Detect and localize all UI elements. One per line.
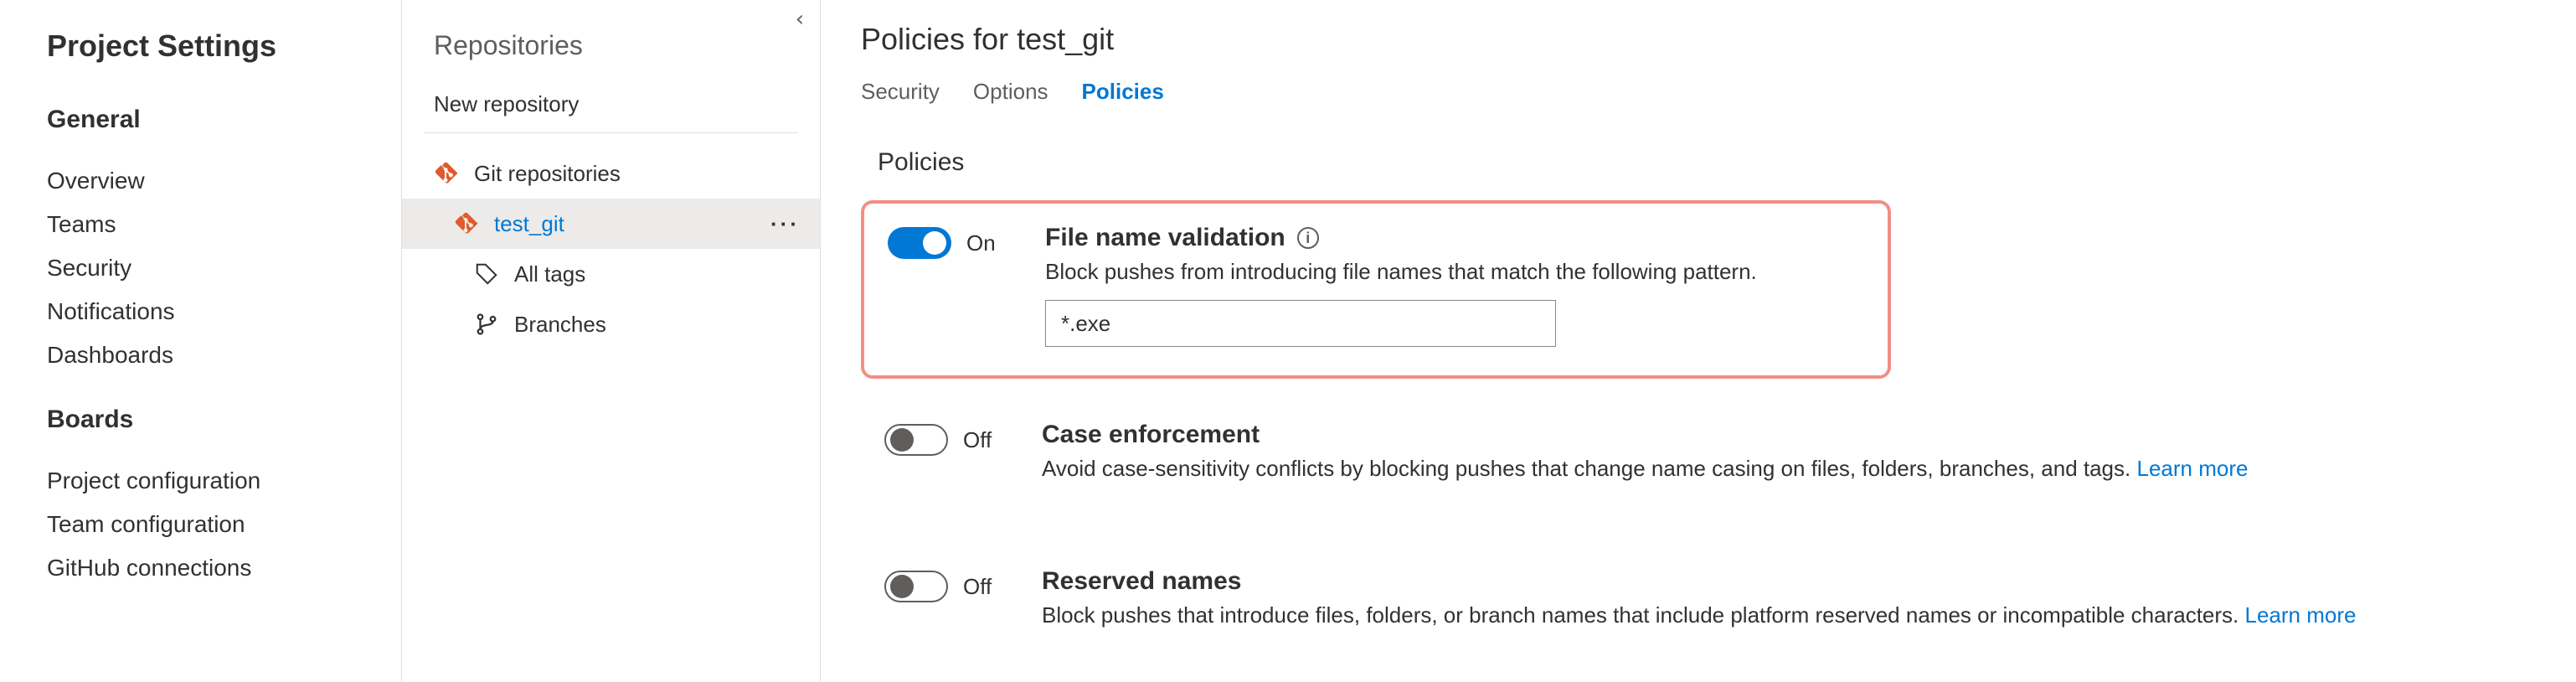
divider	[424, 132, 798, 133]
policy-description: Block pushes that introduce files, folde…	[1042, 602, 2239, 628]
toggle-state-label: Off	[963, 427, 992, 453]
policy-description: Block pushes from introducing file names…	[1045, 259, 1864, 285]
repositories-title: Repositories	[434, 30, 820, 61]
nav-project-configuration[interactable]: Project configuration	[47, 459, 368, 503]
tab-options[interactable]: Options	[973, 79, 1048, 111]
tree-label: Git repositories	[474, 161, 820, 187]
policy-case-enforcement: Off Case enforcement Avoid case-sensitiv…	[861, 400, 2543, 525]
nav-dashboards[interactable]: Dashboards	[47, 333, 368, 377]
policy-title-text: Reserved names	[1042, 567, 1241, 596]
project-settings-sidebar: Project Settings General Overview Teams …	[0, 0, 402, 682]
branch-icon	[474, 312, 499, 337]
nav-teams[interactable]: Teams	[47, 203, 368, 246]
nav-overview[interactable]: Overview	[47, 159, 368, 203]
policy-file-name-validation: On File name validation i Block pushes f…	[861, 200, 1891, 379]
page-title: Policies for test_git	[861, 22, 2543, 57]
tree-item-test-git[interactable]: test_git ···	[402, 199, 820, 249]
section-heading-general: General	[47, 106, 368, 134]
policy-description: Avoid case-sensitivity conflicts by bloc…	[1042, 456, 2130, 481]
toggle-file-name-validation[interactable]	[888, 227, 951, 259]
git-repo-icon	[434, 161, 459, 186]
nav-security[interactable]: Security	[47, 246, 368, 290]
new-repository-button[interactable]: New repository	[434, 91, 820, 117]
info-icon[interactable]: i	[1297, 227, 1319, 249]
tree-item-all-tags[interactable]: All tags	[402, 249, 820, 299]
toggle-state-label: On	[966, 230, 996, 256]
tree-label: test_git	[494, 211, 770, 237]
git-repo-icon	[454, 211, 479, 236]
tag-icon	[474, 261, 499, 287]
toggle-reserved-names[interactable]	[884, 571, 948, 602]
toggle-case-enforcement[interactable]	[884, 424, 948, 456]
tab-bar: Security Options Policies	[861, 79, 2543, 111]
tab-policies[interactable]: Policies	[1082, 79, 1164, 111]
main-content: Policies for test_git Security Options P…	[821, 0, 2576, 682]
repositories-panel: ‹ Repositories New repository Git reposi…	[402, 0, 821, 682]
nav-github-connections[interactable]: GitHub connections	[47, 546, 368, 590]
section-heading-boards: Boards	[47, 406, 368, 434]
tree-item-git-repositories[interactable]: Git repositories	[402, 148, 820, 199]
tab-security[interactable]: Security	[861, 79, 940, 111]
toggle-state-label: Off	[963, 574, 992, 600]
policy-reserved-names: Off Reserved names Block pushes that int…	[861, 547, 2543, 672]
policy-title-text: Case enforcement	[1042, 421, 1260, 449]
tree-item-branches[interactable]: Branches	[402, 299, 820, 349]
more-actions-icon[interactable]: ···	[770, 211, 800, 237]
nav-notifications[interactable]: Notifications	[47, 290, 368, 333]
learn-more-link[interactable]: Learn more	[2136, 456, 2248, 481]
file-name-pattern-input[interactable]	[1045, 300, 1556, 347]
tree-label: All tags	[514, 261, 820, 287]
learn-more-link[interactable]: Learn more	[2245, 602, 2357, 628]
project-settings-title: Project Settings	[47, 28, 368, 64]
policies-section-heading: Policies	[878, 148, 2543, 177]
policy-title-text: File name validation	[1045, 224, 1285, 252]
tree-label: Branches	[514, 312, 820, 338]
nav-team-configuration[interactable]: Team configuration	[47, 503, 368, 546]
collapse-panel-icon[interactable]: ‹	[793, 7, 806, 32]
